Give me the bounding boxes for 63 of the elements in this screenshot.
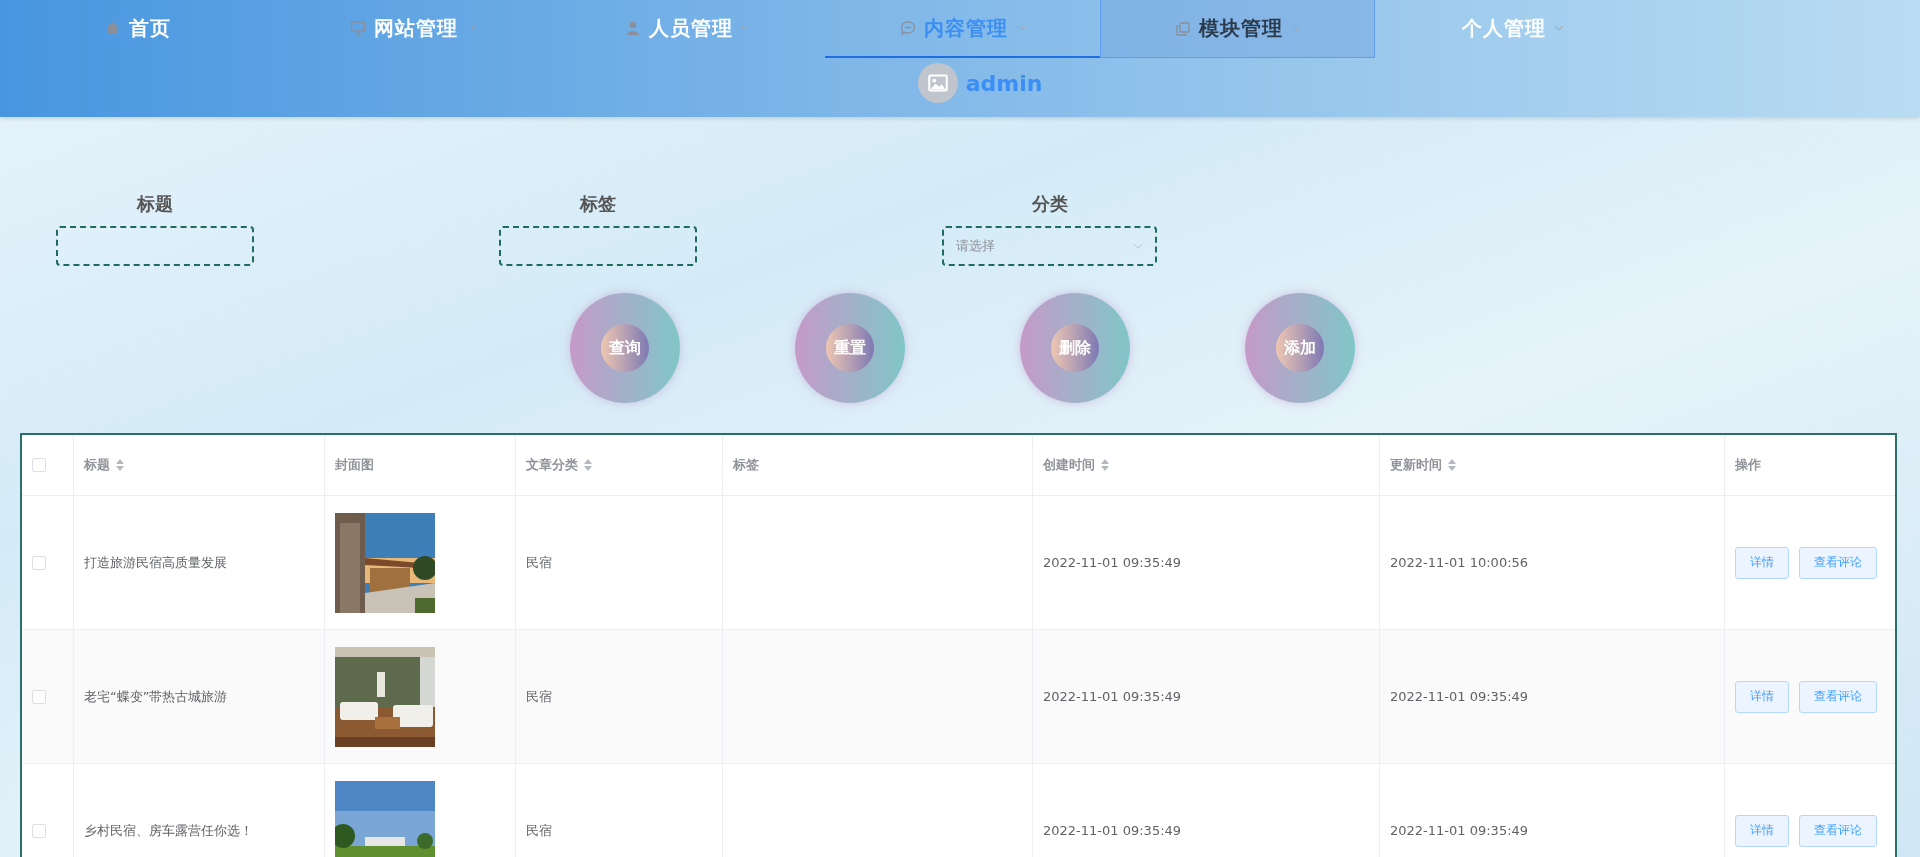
home-icon <box>104 20 121 36</box>
table-cell: 民宿 <box>526 687 552 706</box>
action-button[interactable]: 重置 <box>795 293 905 403</box>
chevron-down-icon <box>740 25 751 31</box>
filter-label: 标题 <box>137 192 173 216</box>
row-action-button[interactable]: 详情 <box>1735 814 1789 847</box>
table-cell: 2022-11-01 09:35:49 <box>1390 689 1529 704</box>
table-cell: 2022-11-01 09:35:49 <box>1390 823 1529 838</box>
nav-menu-item[interactable]: 人员管理 <box>550 0 825 58</box>
table-cell: 2022-11-01 09:35:49 <box>1043 689 1182 704</box>
table-cell: 2022-11-01 09:35:49 <box>1043 823 1182 838</box>
table-cell: 民宿 <box>526 821 552 840</box>
column-header: 更新时间 <box>1390 456 1442 474</box>
table-cell: 2022-11-01 09:35:49 <box>1043 555 1182 570</box>
filter-label: 标签 <box>580 192 616 216</box>
avatar[interactable] <box>917 63 958 103</box>
row-action-button[interactable]: 查看评论 <box>1799 546 1877 579</box>
chevron-down-icon <box>1015 25 1026 31</box>
action-button[interactable]: 删除 <box>1020 293 1130 403</box>
chevron-down-icon <box>1553 25 1564 31</box>
table-cell: 民宿 <box>526 553 552 572</box>
sort-icon[interactable] <box>116 459 124 471</box>
nav-menu-item[interactable]: 模块管理 <box>1100 0 1375 58</box>
checkbox[interactable] <box>32 823 46 838</box>
nav-menu-item[interactable]: 个人管理 <box>1375 0 1650 58</box>
filter-label: 分类 <box>1031 192 1068 216</box>
chat-icon <box>899 20 916 36</box>
row-action-button[interactable]: 详情 <box>1735 546 1789 579</box>
checkbox[interactable] <box>32 458 46 472</box>
sort-icon[interactable] <box>584 459 592 471</box>
input-field[interactable] <box>499 226 697 266</box>
nav-menu-item[interactable]: 首页 <box>0 0 275 58</box>
nav-menu-item[interactable]: 内容管理 <box>825 0 1100 58</box>
nav-menu-item[interactable]: 网站管理 <box>275 0 550 58</box>
table-cell: 打造旅游民宿高质量发展 <box>84 553 227 572</box>
chevron-down-icon <box>1290 25 1301 32</box>
row-action-button[interactable]: 查看评论 <box>1799 680 1877 713</box>
row-action-button[interactable]: 查看评论 <box>1799 814 1877 847</box>
column-header: 文章分类 <box>526 456 578 474</box>
column-header: 封面图 <box>335 456 374 474</box>
image-icon <box>927 73 948 93</box>
sort-icon[interactable] <box>1448 459 1456 471</box>
monitor-icon <box>349 20 366 36</box>
person-icon <box>624 20 641 36</box>
column-header: 标题 <box>84 456 110 474</box>
column-header: 创建时间 <box>1043 456 1095 474</box>
checkbox[interactable] <box>32 689 46 704</box>
sort-icon[interactable] <box>1101 459 1109 471</box>
chevron-down-icon <box>1133 243 1143 249</box>
input-field[interactable] <box>56 226 254 266</box>
table-cell: 乡村民宿、房车露营任你选！ <box>84 821 253 840</box>
username[interactable]: admin <box>965 70 1043 96</box>
category-select[interactable]: 请选择 <box>942 226 1157 266</box>
checkbox[interactable] <box>32 555 46 570</box>
row-action-button[interactable]: 详情 <box>1735 680 1789 713</box>
column-header: 标签 <box>733 456 759 474</box>
action-button[interactable]: 添加 <box>1245 293 1355 403</box>
chevron-down-icon <box>465 25 476 31</box>
column-header: 操作 <box>1735 456 1761 474</box>
copy-icon <box>1174 20 1191 37</box>
table-cell: 老宅“蝶变”带热古城旅游 <box>84 687 228 706</box>
action-button[interactable]: 查询 <box>570 293 680 403</box>
table-cell: 2022-11-01 10:00:56 <box>1390 555 1529 570</box>
